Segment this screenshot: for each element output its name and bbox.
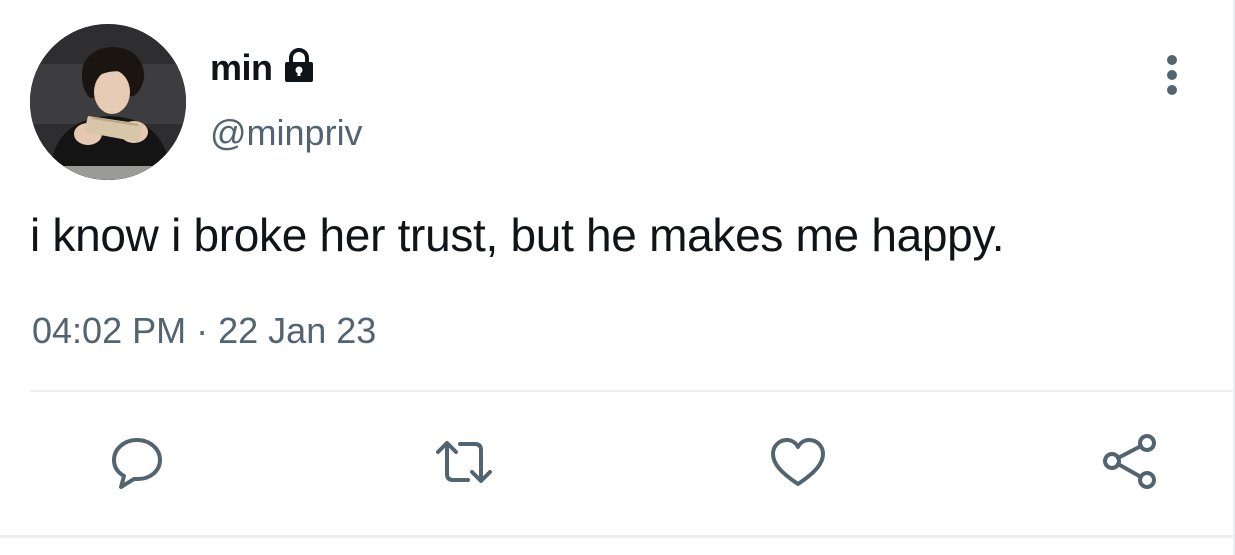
author-name-row: min [210, 40, 317, 96]
avatar[interactable] [30, 24, 186, 180]
share-icon [1103, 434, 1156, 489]
speech-bubble-icon [112, 438, 162, 489]
heart-icon [771, 438, 825, 486]
bottom-divider [0, 535, 1233, 538]
tweet-time: 04:02 PM [32, 310, 187, 351]
tweet-date: 22 Jan 23 [218, 310, 377, 351]
vertical-dots-icon [1167, 55, 1177, 95]
tweet-text: i know i broke her trust, but he makes m… [30, 209, 1005, 261]
profile-photo [30, 24, 186, 180]
more-options-button[interactable] [1150, 50, 1194, 100]
retweet-button[interactable] [432, 430, 496, 494]
tweet-timestamp[interactable]: 04:02 PM · 22 Jan 23 [32, 310, 376, 352]
lock-icon [281, 48, 317, 84]
retweet-icon [436, 441, 492, 483]
like-button[interactable] [766, 430, 830, 494]
tweet-card: min @minpriv i know i broke her trust, b… [0, 0, 1235, 555]
share-button[interactable] [1098, 430, 1162, 494]
display-name[interactable]: min [210, 47, 273, 89]
timestamp-separator: · [196, 310, 209, 351]
reply-button[interactable] [105, 430, 169, 494]
divider [30, 390, 1233, 392]
user-handle[interactable]: @minpriv [210, 112, 363, 154]
